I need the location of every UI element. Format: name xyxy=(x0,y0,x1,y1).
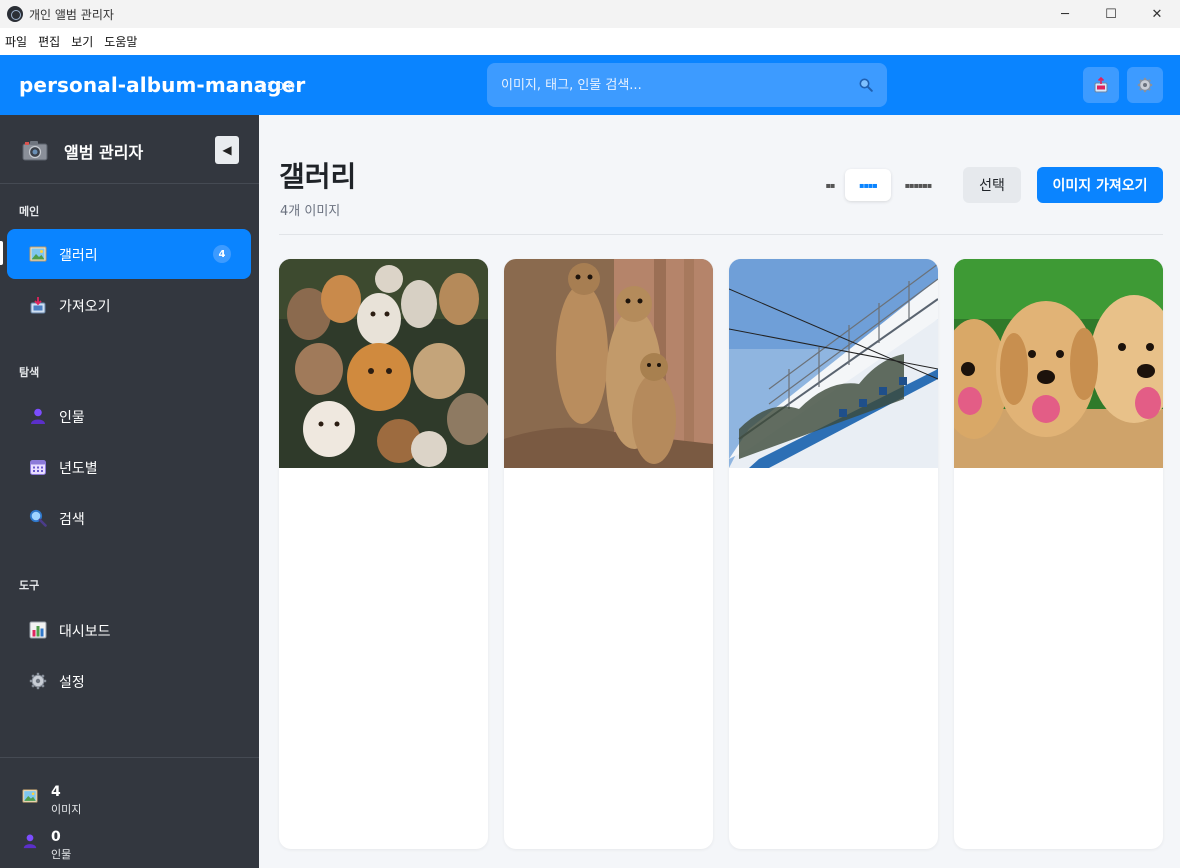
main-content: 갤러리 4개 이미지 ▪▪ ▪▪▪▪ ▪▪▪▪▪▪ 선택 이미지 가져오기 xyxy=(259,115,1180,868)
person-icon xyxy=(31,408,45,424)
sidebar-item-label: 년도별 xyxy=(59,461,98,477)
sidebar-item-gallery[interactable]: 갤러리 4 xyxy=(7,229,251,279)
calendar-icon xyxy=(30,460,46,475)
menu-bar: 파일 편집 보기 도움말 xyxy=(0,28,1180,55)
camera-icon xyxy=(22,141,48,161)
sidebar-stats: 4 이미지 0 인물 xyxy=(0,757,259,868)
app-header: personal-album-manager v1.0.0 xyxy=(0,55,1180,115)
image-card[interactable] xyxy=(504,259,713,849)
sidebar-collapse-button[interactable]: ◀ xyxy=(215,136,239,164)
header-divider xyxy=(279,234,1163,235)
sidebar-item-label: 인물 xyxy=(59,410,85,426)
view-large-button[interactable]: ▪▪▪▪▪▪ xyxy=(891,169,945,201)
sidebar-item-label: 대시보드 xyxy=(59,624,111,640)
search-icon[interactable] xyxy=(859,78,873,92)
photo-animals[interactable] xyxy=(279,259,488,468)
gear-icon xyxy=(29,672,47,690)
stat-caption: 이미지 xyxy=(51,803,82,816)
minimize-button[interactable]: ─ xyxy=(1042,0,1088,28)
view-size-toggle: ▪▪ ▪▪▪▪ ▪▪▪▪▪▪ xyxy=(815,169,945,201)
select-button[interactable]: 선택 xyxy=(963,167,1021,203)
image-card[interactable] xyxy=(954,259,1163,849)
menu-edit[interactable]: 편집 xyxy=(37,33,66,50)
maximize-button[interactable]: ☐ xyxy=(1088,0,1134,28)
sidebar-item-dashboard[interactable]: 대시보드 xyxy=(7,605,251,655)
app-icon xyxy=(7,6,23,22)
sidebar-item-label: 설정 xyxy=(59,675,85,691)
menu-help[interactable]: 도움말 xyxy=(103,33,143,50)
sidebar-item-search[interactable]: 검색 xyxy=(7,493,251,543)
import-icon xyxy=(30,297,46,314)
stat-value: 4 xyxy=(51,784,61,800)
settings-button[interactable] xyxy=(1127,67,1163,103)
photo-meerkats[interactable] xyxy=(504,259,713,468)
export-button[interactable] xyxy=(1083,67,1119,103)
collapse-icon: ◀ xyxy=(222,143,232,157)
sidebar: 앨범 관리자 ◀ 메인 갤러리 4 가져오기 탐색 인물 년도별 검색 도구 대… xyxy=(0,115,259,868)
sidebar-item-years[interactable]: 년도별 xyxy=(7,442,251,492)
window-titlebar: 개인 앨범 관리자 ─ ☐ ✕ xyxy=(0,0,1180,28)
sidebar-item-import[interactable]: 가져오기 xyxy=(7,280,251,330)
sidebar-item-settings[interactable]: 설정 xyxy=(7,656,251,706)
count-badge: 4 xyxy=(213,245,231,263)
search-input[interactable] xyxy=(487,63,887,107)
stat-caption: 인물 xyxy=(51,848,72,861)
view-medium-button[interactable]: ▪▪▪▪ xyxy=(845,169,891,201)
bar-chart-icon xyxy=(29,621,47,639)
version-label: v1.0.0 xyxy=(260,80,295,93)
window-controls: ─ ☐ ✕ xyxy=(1042,0,1180,28)
gear-icon xyxy=(1137,77,1153,93)
section-explore: 탐색 xyxy=(19,366,40,379)
picture-icon xyxy=(22,789,38,803)
section-tools: 도구 xyxy=(19,579,40,592)
photo-parking-building[interactable] xyxy=(729,259,938,468)
image-card[interactable] xyxy=(729,259,938,849)
export-icon xyxy=(1094,77,1108,93)
close-button[interactable]: ✕ xyxy=(1134,0,1180,28)
stat-value: 0 xyxy=(51,829,61,845)
sidebar-item-people[interactable]: 인물 xyxy=(7,391,251,441)
picture-icon xyxy=(29,246,47,262)
active-indicator xyxy=(0,241,3,265)
page-title: 갤러리 xyxy=(279,160,357,193)
search-box xyxy=(487,63,887,107)
window-title: 개인 앨범 관리자 xyxy=(29,7,114,22)
sidebar-item-label: 갤러리 xyxy=(59,248,98,264)
sidebar-title: 앨범 관리자 xyxy=(64,143,144,162)
sidebar-item-label: 검색 xyxy=(59,512,85,528)
person-icon xyxy=(23,834,37,849)
menu-view[interactable]: 보기 xyxy=(70,33,99,50)
sidebar-item-label: 가져오기 xyxy=(59,299,111,315)
image-card[interactable] xyxy=(279,259,488,849)
magnifier-icon xyxy=(29,509,47,527)
menu-file[interactable]: 파일 xyxy=(4,33,33,50)
section-main: 메인 xyxy=(19,205,40,218)
import-images-button[interactable]: 이미지 가져오기 xyxy=(1037,167,1163,203)
view-small-button[interactable]: ▪▪ xyxy=(815,169,845,201)
sidebar-header: 앨범 관리자 ◀ xyxy=(0,115,259,184)
photo-puppies[interactable] xyxy=(954,259,1163,468)
image-count: 4개 이미지 xyxy=(280,204,341,219)
